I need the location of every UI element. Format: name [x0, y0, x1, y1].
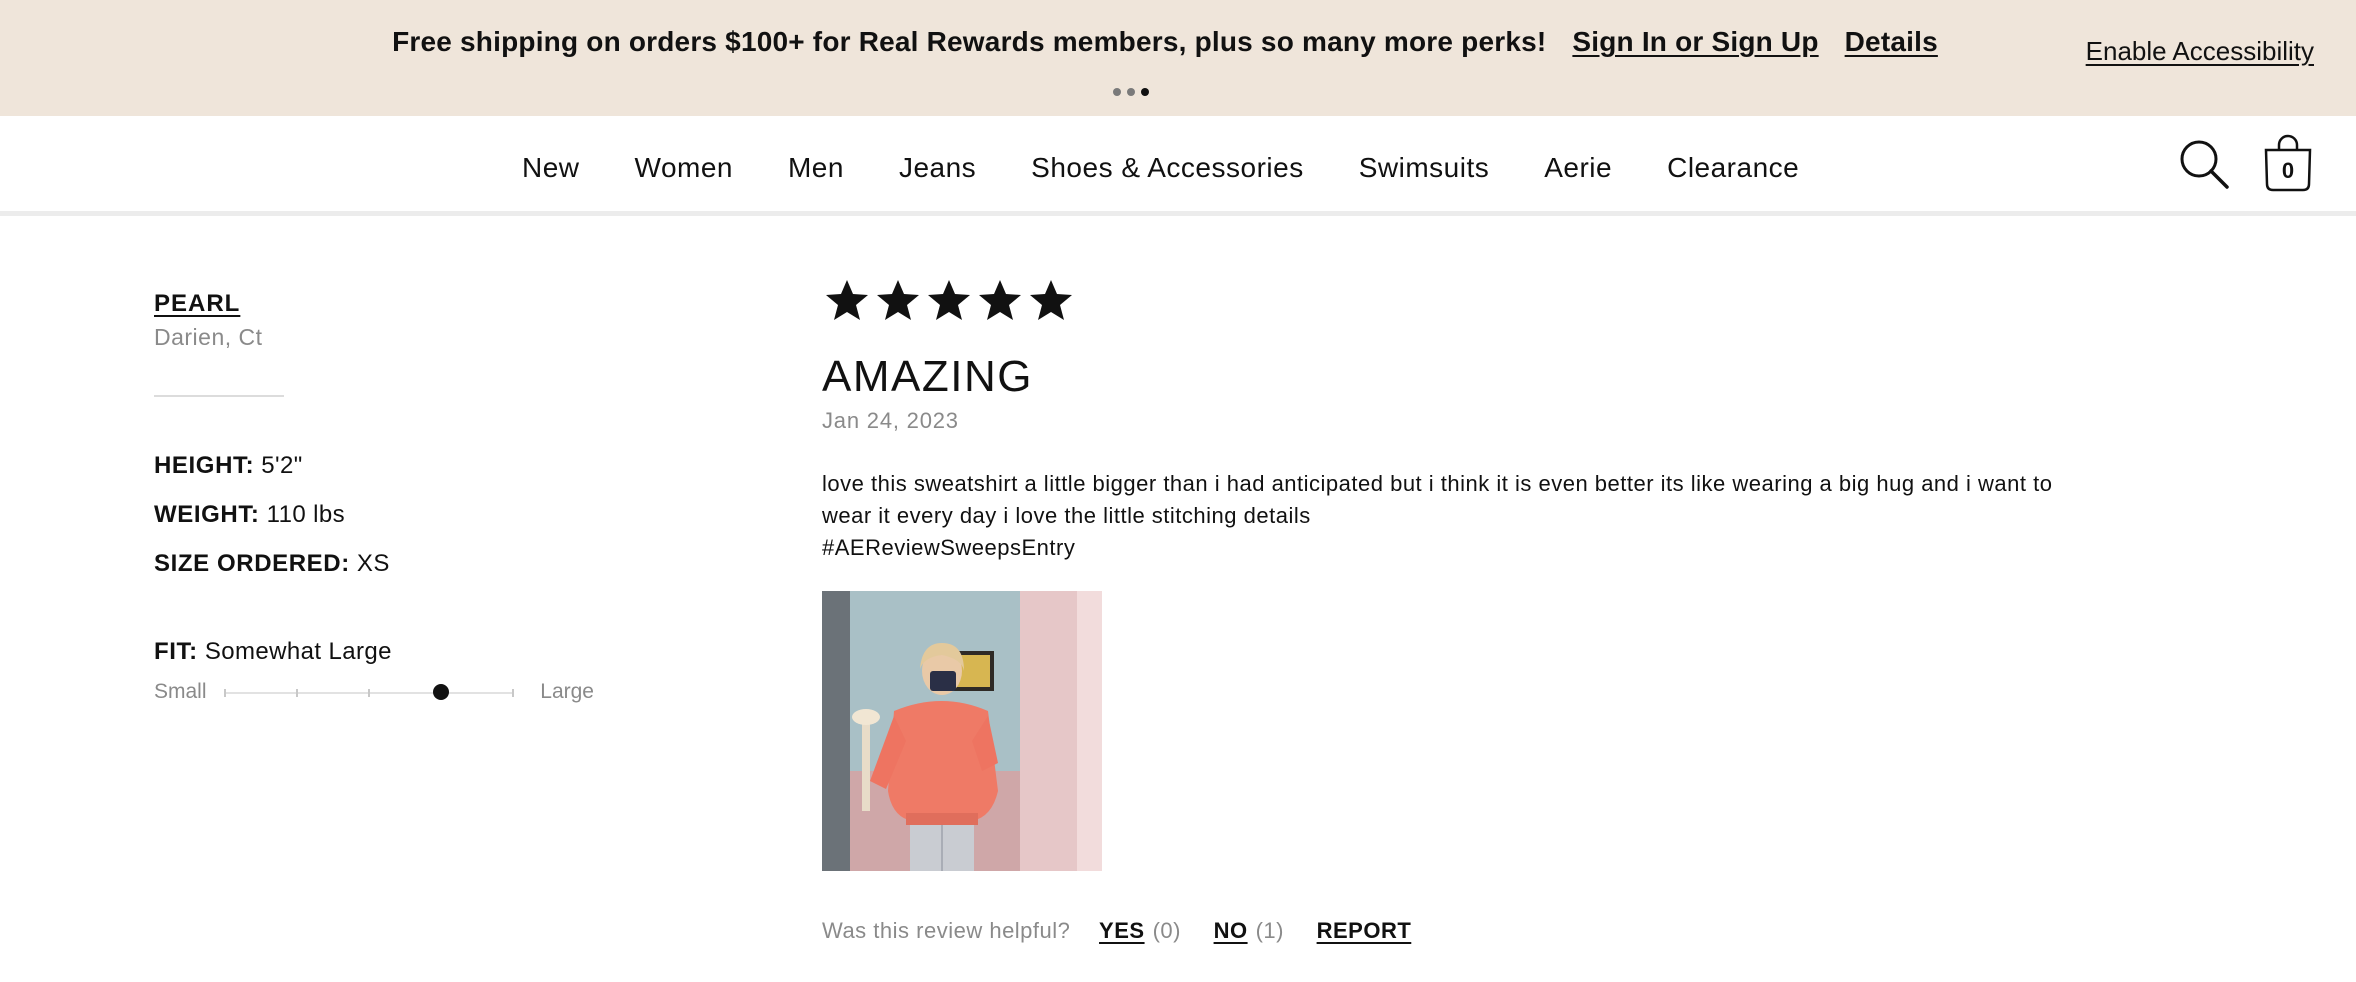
- helpful-no-count: (1): [1255, 918, 1284, 943]
- fit-scale-tick: [296, 689, 298, 697]
- fit-scale-tick: [512, 689, 514, 697]
- nav-item-men[interactable]: Men: [788, 152, 844, 184]
- star-icon: [826, 280, 868, 320]
- enable-accessibility-link[interactable]: Enable Accessibility: [2086, 36, 2314, 67]
- review-text: love this sweatshirt a little bigger tha…: [822, 471, 2053, 528]
- fit-scale-max: Large: [540, 680, 594, 703]
- fit-label: FIT:: [154, 638, 198, 665]
- fit-scale-tick: [368, 689, 370, 697]
- carousel-dot-3[interactable]: [1141, 88, 1149, 96]
- fit-scale-track: [224, 684, 514, 700]
- reviewer-name[interactable]: PEARL: [154, 290, 240, 318]
- fit-scale-marker: [433, 684, 449, 700]
- nav-item-new[interactable]: New: [522, 152, 580, 184]
- main-nav: New Women Men Jeans Shoes & Accessories …: [0, 116, 2356, 216]
- fit-scale-min: Small: [154, 680, 207, 703]
- size-ordered-stat: SIZE ORDERED: XS: [154, 550, 390, 578]
- promo-message-row: Free shipping on orders $100+ for Real R…: [0, 26, 2356, 58]
- fit-scale-tick: [224, 689, 226, 697]
- review-body: love this sweatshirt a little bigger tha…: [822, 468, 2092, 564]
- nav-item-jeans[interactable]: Jeans: [899, 152, 976, 184]
- helpful-yes-count: (0): [1152, 918, 1181, 943]
- details-link[interactable]: Details: [1845, 26, 1938, 57]
- star-icon: [928, 280, 970, 320]
- carousel-dot-1[interactable]: [1113, 88, 1121, 96]
- sign-in-link[interactable]: Sign In or Sign Up: [1572, 26, 1818, 57]
- nav-item-swimsuits[interactable]: Swimsuits: [1359, 152, 1490, 184]
- fit-scale: Small Large: [154, 680, 594, 704]
- review-hashtag: #AEReviewSweepsEntry: [822, 535, 1076, 560]
- helpful-no-button[interactable]: NO: [1214, 918, 1248, 943]
- nav-item-women[interactable]: Women: [635, 152, 733, 184]
- height-value: 5'2": [261, 452, 303, 479]
- search-icon: [2180, 140, 2229, 189]
- shopping-bag-button[interactable]: 0: [2262, 132, 2314, 192]
- helpful-yes-button[interactable]: YES: [1099, 918, 1145, 943]
- star-icon: [979, 280, 1021, 320]
- weight-value: 110 lbs: [266, 501, 346, 528]
- nav-item-clearance[interactable]: Clearance: [1667, 152, 1799, 184]
- height-stat: HEIGHT: 5'2": [154, 452, 303, 480]
- helpful-row: Was this review helpful? YES (0) NO (1) RE…: [822, 918, 1411, 944]
- promo-banner: Free shipping on orders $100+ for Real R…: [0, 0, 2356, 116]
- size-ordered-value: XS: [356, 550, 390, 577]
- carousel-dots: [1113, 88, 1149, 96]
- weight-label: WEIGHT:: [154, 501, 260, 528]
- weight-stat: WEIGHT: 110 lbs: [154, 501, 345, 529]
- bag-count: 0: [2281, 158, 2295, 183]
- review-date: Jan 24, 2023: [822, 408, 959, 433]
- divider: [154, 395, 284, 397]
- helpful-prompt: Was this review helpful?: [822, 918, 1071, 943]
- nav-item-shoes-accessories[interactable]: Shoes & Accessories: [1031, 152, 1304, 184]
- reviewer-location: Darien, Ct: [154, 324, 263, 350]
- report-button[interactable]: REPORT: [1317, 918, 1412, 943]
- fit-value: Somewhat Large: [204, 638, 392, 665]
- customer-mirror-selfie: [822, 591, 1102, 871]
- nav-links: New Women Men Jeans Shoes & Accessories …: [522, 152, 1799, 184]
- size-ordered-label: SIZE ORDERED:: [154, 550, 350, 577]
- star-rating: [822, 276, 1077, 324]
- star-icon: [1030, 280, 1072, 320]
- promo-message: Free shipping on orders $100+ for Real R…: [392, 26, 1547, 57]
- search-button[interactable]: [2178, 138, 2230, 190]
- carousel-dot-2[interactable]: [1127, 88, 1135, 96]
- height-label: HEIGHT:: [154, 452, 255, 479]
- nav-item-aerie[interactable]: Aerie: [1544, 152, 1612, 184]
- star-icon: [877, 280, 919, 320]
- review-photo[interactable]: [822, 591, 1102, 871]
- review-title: AMAZING: [822, 352, 1033, 401]
- fit-stat: FIT: Somewhat Large: [154, 638, 392, 666]
